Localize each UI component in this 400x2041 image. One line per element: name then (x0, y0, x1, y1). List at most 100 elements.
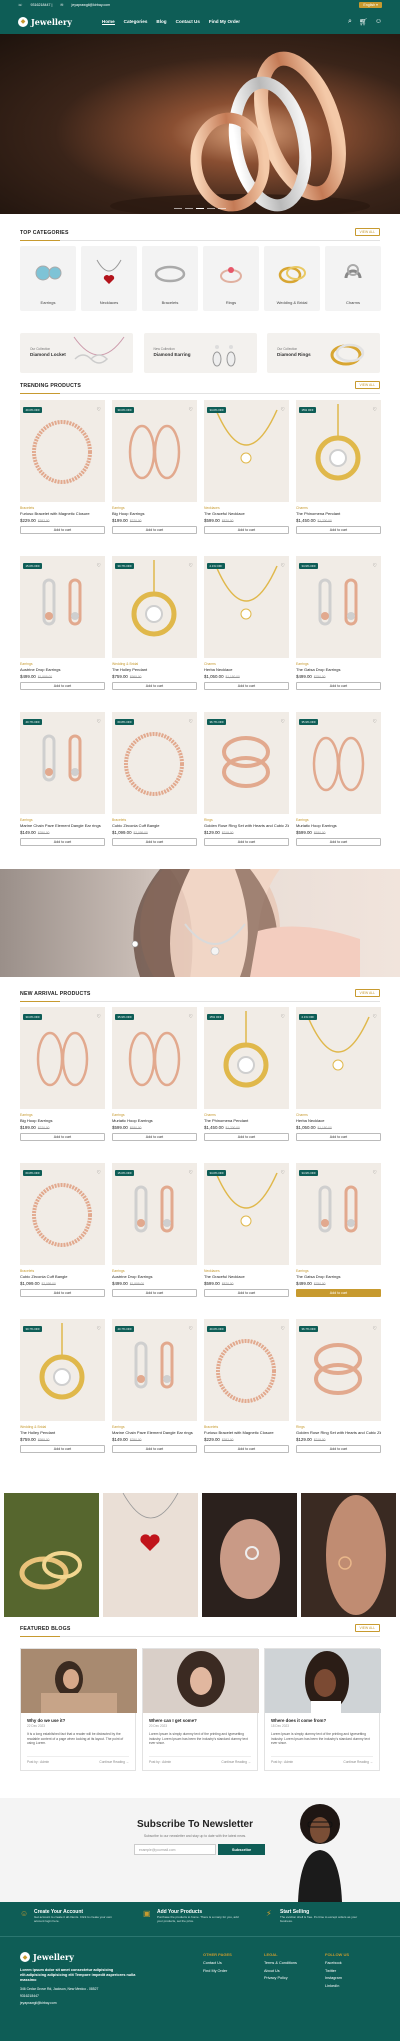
add-to-cart-button[interactable]: Add to cart (20, 1289, 105, 1297)
product-image[interactable]: 30.7% OFF ♡ (112, 556, 197, 658)
blog-title[interactable]: Where can I get some? (149, 1718, 251, 1723)
wishlist-heart-icon[interactable]: ♡ (281, 563, 285, 569)
product-name[interactable]: The Gatsa Drop Earrings (296, 667, 381, 672)
add-to-cart-button[interactable]: Add to cart (20, 682, 105, 690)
hero-slider[interactable] (0, 34, 400, 214)
wishlist-heart-icon[interactable]: ♡ (189, 1326, 193, 1332)
add-to-cart-button[interactable]: Add to cart (296, 1289, 381, 1297)
product-name[interactable]: Herba Necklace (204, 667, 289, 672)
product-image[interactable]: 15.0% OFF ♡ (112, 1163, 197, 1265)
nav-blog[interactable]: Blog (156, 19, 166, 25)
blog-card[interactable]: Where does it come from? 18 Dec 2023 Lorem… (264, 1648, 381, 1771)
blog-card[interactable]: Where can I get some? 20 Dec 2023 Lorem Ip… (142, 1648, 259, 1771)
product-card[interactable]: 30.0% OFF ♡ Earrings Big Hoop Earrings $199.… (20, 1007, 105, 1141)
wishlist-heart-icon[interactable]: ♡ (189, 563, 193, 569)
product-image[interactable]: 40.0% OFF ♡ (204, 1319, 289, 1421)
product-image[interactable]: 2.1% OFF ♡ (296, 1007, 381, 1109)
product-card[interactable]: 15.0% OFF ♡ Earrings Austrine Drop Earrings… (20, 556, 105, 690)
category-card[interactable]: Bracelets (142, 246, 198, 311)
product-card[interactable]: 30.7% OFF ♡ Wedding & Bridal The Holley Pen… (20, 1319, 105, 1453)
user-icon[interactable]: ☺ (375, 18, 382, 26)
add-to-cart-button[interactable]: Add to cart (112, 1289, 197, 1297)
product-name[interactable]: Herba Necklace (296, 1118, 381, 1123)
footer-link[interactable]: Terms & Conditions (264, 1961, 297, 1965)
language-select[interactable]: English ▾ (359, 1, 382, 8)
add-to-cart-button[interactable]: Add to cart (112, 682, 197, 690)
product-card[interactable]: 34.0% OFF ♡ Necklaces The Graceful Necklace… (204, 1163, 289, 1297)
wishlist-heart-icon[interactable]: ♡ (281, 719, 285, 725)
footer-link[interactable]: LinkedIn (325, 1984, 349, 1988)
product-card[interactable]: 34.0% OFF ♡ Necklaces The Graceful Necklace… (204, 400, 289, 534)
wishlist-heart-icon[interactable]: ♡ (189, 1014, 193, 1020)
blog-image[interactable] (143, 1649, 259, 1713)
product-card[interactable]: 40.0% OFF ♡ Bracelets Furioso Bracelet with… (204, 1319, 289, 1453)
footer-link[interactable]: About Us (264, 1969, 297, 1973)
category-card[interactable]: Charms (325, 246, 381, 311)
product-name[interactable]: The Gatsa Drop Earrings (296, 1274, 381, 1279)
footer-link[interactable]: Privacy Policy (264, 1976, 297, 1980)
blog-card[interactable]: Why do we use it? 22 Dec 2023 It is a long… (20, 1648, 137, 1771)
add-to-cart-button[interactable]: Add to cart (112, 1133, 197, 1141)
nav-categories[interactable]: Categories (124, 19, 148, 25)
footer-phone[interactable]: 9316218447 (20, 1994, 140, 1998)
product-card[interactable]: 40.0% OFF ♡ Bracelets Furioso Bracelet with… (20, 400, 105, 534)
newsletter-email-input[interactable]: example@yourmail.com (134, 1844, 216, 1855)
product-image[interactable]: 36.7% OFF ♡ (296, 1319, 381, 1421)
add-to-cart-button[interactable]: Add to cart (20, 526, 105, 534)
product-card[interactable]: 2.1% OFF ♡ Charms Herba Necklace $1,050.00 $1… (296, 1007, 381, 1141)
footer-link[interactable]: Twitter (325, 1969, 349, 1973)
category-card[interactable]: Rings (203, 246, 259, 311)
nav-find-my-order[interactable]: Find My Order (209, 19, 240, 25)
wishlist-heart-icon[interactable]: ♡ (373, 563, 377, 569)
product-image[interactable]: 30.0% OFF ♡ (112, 400, 197, 502)
nav-contact-us[interactable]: Contact Us (176, 19, 200, 25)
wishlist-heart-icon[interactable]: ♡ (373, 1170, 377, 1176)
product-name[interactable]: Cubic Zirconia Cuff Bangle (20, 1274, 105, 1279)
product-image[interactable]: 15% OFF ♡ (296, 400, 381, 502)
product-card[interactable]: 40.7% OFF ♡ Earrings Marine Chain Pave Elem… (112, 1319, 197, 1453)
product-card[interactable]: 60.8% OFF ♡ Bracelets Cubic Zirconia Cuff B… (112, 712, 197, 846)
footer-link[interactable]: Instagram (325, 1976, 349, 1980)
product-name[interactable]: Marine Chain Pave Element Dangle Ear rin… (20, 823, 105, 828)
continue-reading-link[interactable]: Continue Reading → (343, 1760, 373, 1764)
view-all-new-button[interactable]: VIEW ALL (354, 989, 380, 997)
add-to-cart-button[interactable]: Add to cart (296, 526, 381, 534)
product-image[interactable]: 2.1% OFF ♡ (204, 556, 289, 658)
wishlist-heart-icon[interactable]: ♡ (281, 407, 285, 413)
footer-link[interactable]: Facebook (325, 1961, 349, 1965)
product-name[interactable]: The Graceful Necklace (204, 1274, 289, 1279)
product-image[interactable]: 34.9% OFF ♡ (296, 556, 381, 658)
product-name[interactable]: Golden Rose Ring Set with Hearts and Cub… (204, 823, 289, 828)
topbar-phone[interactable]: 9316218447 | (31, 3, 53, 7)
product-image[interactable]: 30.0% OFF ♡ (20, 1007, 105, 1109)
wishlist-heart-icon[interactable]: ♡ (97, 407, 101, 413)
add-to-cart-button[interactable]: Add to cart (20, 1445, 105, 1453)
product-image[interactable]: 40.7% OFF ♡ (112, 1319, 197, 1421)
product-name[interactable]: The Phinomena Pendant (296, 511, 381, 516)
product-card[interactable]: 40.7% OFF ♡ Earrings Marine Chain Pave Elem… (20, 712, 105, 846)
product-card[interactable]: 35.9% OFF ♡ Earrings Muriatic Hoop Earrings… (296, 712, 381, 846)
product-card[interactable]: 36.7% OFF ♡ Rings Golden Rose Ring Set with… (296, 1319, 381, 1453)
promo-card[interactable]: Our Collection Diamond Locket (20, 333, 133, 373)
product-name[interactable]: Austrine Drop Earrings (20, 667, 105, 672)
product-card[interactable]: 15.0% OFF ♡ Earrings Austrine Drop Earrings… (112, 1163, 197, 1297)
category-card[interactable]: Earrings (20, 246, 76, 311)
add-to-cart-button[interactable]: Add to cart (112, 526, 197, 534)
add-to-cart-button[interactable]: Add to cart (112, 1445, 197, 1453)
subscribe-button[interactable]: Subscribe (218, 1844, 265, 1855)
product-name[interactable]: The Holley Pendant (112, 667, 197, 672)
product-image[interactable]: 60.8% OFF ♡ (112, 712, 197, 814)
product-name[interactable]: The Phinomena Pendant (204, 1118, 289, 1123)
product-image[interactable]: 35.9% OFF ♡ (112, 1007, 197, 1109)
add-to-cart-button[interactable]: Add to cart (204, 838, 289, 846)
product-name[interactable]: The Graceful Necklace (204, 511, 289, 516)
view-all-categories-button[interactable]: VIEW ALL (354, 228, 380, 236)
add-to-cart-button[interactable]: Add to cart (112, 838, 197, 846)
product-name[interactable]: The Holley Pendant (20, 1430, 105, 1435)
product-name[interactable]: Furioso Bracelet with Magnetic Closure (20, 511, 105, 516)
wishlist-heart-icon[interactable]: ♡ (373, 1326, 377, 1332)
promo-card[interactable]: Our Collection Diamond Rings (267, 333, 380, 373)
category-card[interactable]: Necklaces (81, 246, 137, 311)
blog-title[interactable]: Why do we use it? (27, 1718, 129, 1723)
category-card[interactable]: Wedding & Bridal (264, 246, 320, 311)
